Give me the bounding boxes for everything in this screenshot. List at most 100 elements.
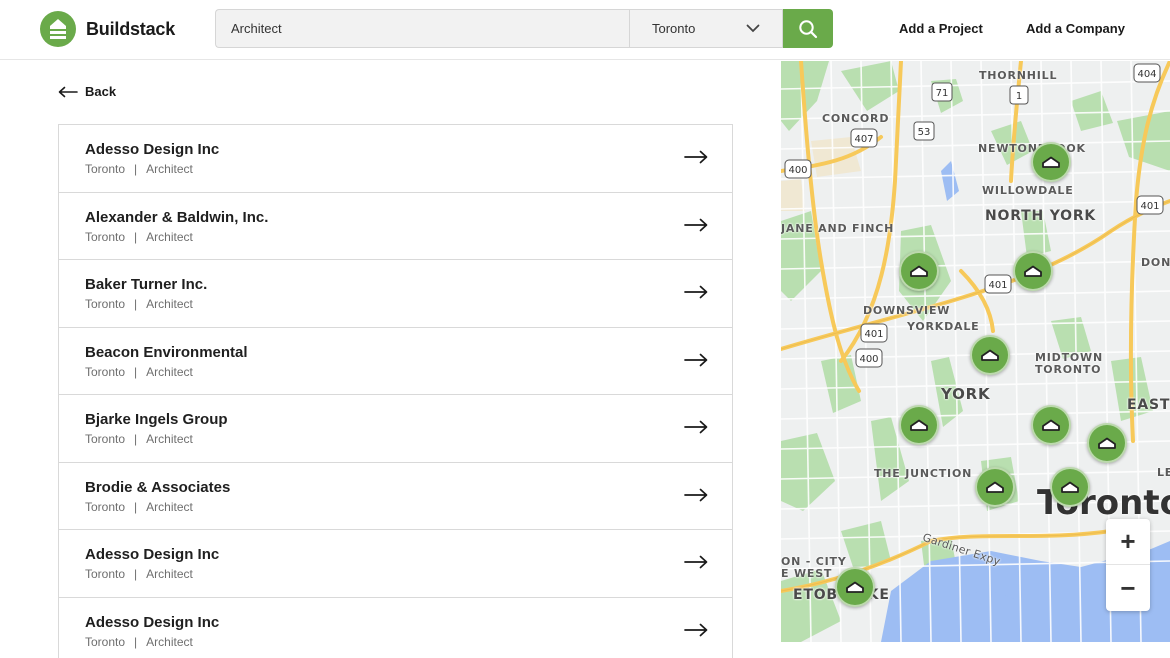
back-link[interactable]: Back xyxy=(58,84,116,99)
result-row[interactable]: Brodie & Associates Toronto | Architect xyxy=(58,462,733,530)
arrow-right-icon xyxy=(684,555,708,569)
arrow-right-icon xyxy=(684,623,708,636)
add-project-link[interactable]: Add a Project xyxy=(899,21,983,36)
house-icon xyxy=(846,581,864,593)
highway-shield-401: 401 xyxy=(864,329,883,340)
result-row[interactable]: Beacon Environmental Toronto | Architect xyxy=(58,327,733,395)
arrow-right-icon xyxy=(684,285,708,299)
company-city: Toronto xyxy=(85,499,126,514)
result-row[interactable]: Alexander & Baldwin, Inc. Toronto | Archite… xyxy=(58,192,733,260)
search-bar: Toronto xyxy=(215,9,833,48)
map-pin[interactable] xyxy=(970,335,1010,375)
buildstack-logo-icon xyxy=(40,11,76,47)
company-category: Architect xyxy=(146,432,193,446)
highway-shield-53: 53 xyxy=(918,127,931,138)
map-pin[interactable] xyxy=(1031,405,1071,445)
map-label-west: E WEST xyxy=(781,567,833,580)
company-city: Toronto xyxy=(85,229,126,244)
company-city: Toronto xyxy=(85,432,126,446)
highway-shield-404: 404 xyxy=(1137,69,1156,80)
company-name: Beacon Environmental xyxy=(85,343,248,361)
map-pin[interactable] xyxy=(899,251,939,291)
result-row[interactable]: Baker Turner Inc. Toronto | Architect xyxy=(58,260,733,328)
meta-separator: | xyxy=(134,432,138,446)
company-name: Adesso Design Inc xyxy=(85,613,220,631)
company-meta: Toronto | Architect xyxy=(85,230,193,244)
meta-separator: | xyxy=(134,162,138,176)
zoom-in-button[interactable]: + xyxy=(1106,519,1150,565)
location-select[interactable]: Toronto xyxy=(629,9,783,48)
house-icon xyxy=(1024,265,1042,277)
map-label-willowdale: WILLOWDALE xyxy=(982,184,1074,197)
highway-shield-400: 400 xyxy=(788,165,807,176)
meta-separator: | xyxy=(134,229,138,244)
company-meta: Toronto | Architect xyxy=(85,635,193,649)
company-category: Architect xyxy=(146,229,193,244)
house-icon xyxy=(910,419,928,431)
company-city: Toronto xyxy=(85,567,126,581)
location-select-value: Toronto xyxy=(652,21,696,36)
meta-separator: | xyxy=(134,634,138,649)
company-name: Alexander & Baldwin, Inc. xyxy=(85,208,269,226)
map-label-downsview: DOWNSVIEW xyxy=(863,304,951,317)
map-label-midtown-toronto: TORONTO xyxy=(1035,363,1102,376)
map-pin[interactable] xyxy=(835,567,875,607)
map-pin[interactable] xyxy=(975,467,1015,507)
house-icon xyxy=(1098,437,1116,449)
company-category: Architect xyxy=(146,162,193,176)
brand-logo[interactable]: Buildstack xyxy=(40,11,175,47)
brand-name: Buildstack xyxy=(86,18,176,39)
company-name: Adesso Design Inc xyxy=(85,546,220,563)
map-view[interactable]: 404 71 1 407 53 400 401 401 401 400 THOR… xyxy=(781,61,1170,642)
company-category: Architect xyxy=(146,364,193,379)
map-pin[interactable] xyxy=(1087,423,1127,463)
map-label-yorkdale: YORKDALE xyxy=(907,320,980,333)
map-pin[interactable] xyxy=(1031,142,1071,182)
map-label-york: YORK xyxy=(941,385,991,403)
company-name: Brodie & Associates xyxy=(85,478,231,496)
map-label-east: EAST xyxy=(1127,397,1170,413)
map-label-thornhill: THORNHILL xyxy=(979,69,1058,82)
arrow-right-icon xyxy=(684,353,708,366)
highway-shield-407: 407 xyxy=(854,134,873,145)
company-meta: Toronto | Architect xyxy=(85,432,193,446)
highway-shield-400: 400 xyxy=(859,354,878,365)
arrow-right-icon xyxy=(684,150,708,164)
back-label: Back xyxy=(85,84,117,99)
house-icon xyxy=(1042,156,1060,168)
house-icon xyxy=(986,481,1004,493)
map-pin[interactable] xyxy=(1013,251,1053,291)
zoom-out-button[interactable]: − xyxy=(1106,565,1150,611)
search-input[interactable] xyxy=(215,9,629,48)
result-row[interactable]: Bjarke Ingels Group Toronto | Architect xyxy=(58,395,733,463)
arrow-left-icon xyxy=(58,86,78,97)
company-name: Adesso Design Inc xyxy=(85,141,220,158)
arrow-right-icon xyxy=(684,218,708,231)
chevron-down-icon xyxy=(746,24,760,33)
highway-shield-401: 401 xyxy=(1140,201,1159,212)
house-icon xyxy=(910,265,928,277)
company-category: Architect xyxy=(146,567,193,581)
map-label-don: DON xyxy=(1141,256,1170,269)
map-label-the-junction: THE JUNCTION xyxy=(874,467,973,480)
house-icon xyxy=(1042,419,1060,431)
result-row[interactable]: Adesso Design Inc Toronto | Architect xyxy=(58,125,733,193)
company-meta: Toronto | Architect xyxy=(85,567,193,581)
company-city: Toronto xyxy=(85,634,126,649)
company-city: Toronto xyxy=(85,162,126,176)
result-row[interactable]: Adesso Design Inc Toronto | Architect xyxy=(58,530,733,598)
highway-shield-401: 401 xyxy=(988,280,1007,291)
search-button[interactable] xyxy=(783,9,833,48)
map-pin[interactable] xyxy=(1050,467,1090,507)
results-list: Adesso Design Inc Toronto | Architect Alexan… xyxy=(58,124,733,658)
arrow-right-icon xyxy=(684,420,708,434)
highway-shield-1: 1 xyxy=(1016,91,1022,102)
highway-shield-71: 71 xyxy=(936,88,949,99)
company-category: Architect xyxy=(146,499,193,514)
result-row[interactable]: Adesso Design Inc Toronto | Architect xyxy=(58,597,733,658)
map-pin[interactable] xyxy=(899,405,939,445)
add-company-link[interactable]: Add a Company xyxy=(1026,21,1125,36)
top-header: Buildstack Toronto Add a Project Add a C… xyxy=(0,0,1170,60)
meta-separator: | xyxy=(134,364,138,379)
map-zoom-controls: + − xyxy=(1106,519,1150,611)
